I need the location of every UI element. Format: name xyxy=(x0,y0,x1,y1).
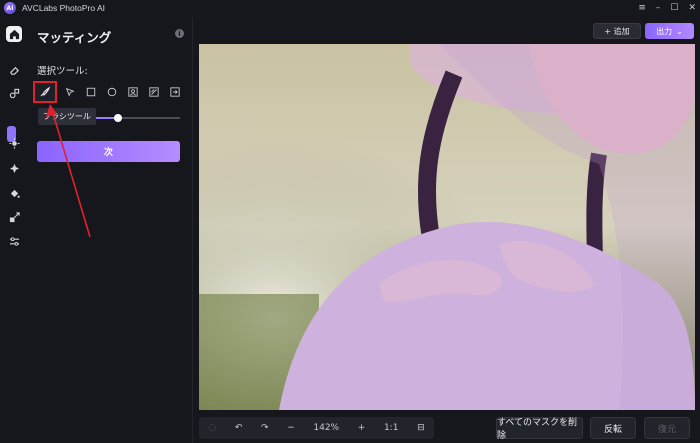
objects-icon[interactable] xyxy=(6,85,22,101)
crop-icon[interactable] xyxy=(6,209,22,225)
fit-icon[interactable]: ◌ xyxy=(208,423,216,433)
app-title: AVCLabs PhotoPro AI xyxy=(22,3,106,13)
image-canvas[interactable] xyxy=(199,44,695,410)
photo-preview xyxy=(199,44,695,410)
palette-icon[interactable] xyxy=(6,160,22,176)
annotation-arrow xyxy=(46,104,91,238)
export-button[interactable]: 出力 ⌄ xyxy=(645,23,694,39)
app-logo: AI xyxy=(4,2,16,14)
canvas-topbar: + 追加 出力 ⌄ xyxy=(199,18,700,44)
add-button[interactable]: + 追加 xyxy=(593,23,641,39)
zoom-in-icon[interactable]: + xyxy=(358,423,366,433)
minimize-icon[interactable]: – xyxy=(656,3,661,13)
chevron-down-icon: ⌄ xyxy=(676,26,683,36)
menu-icon[interactable]: ≡ xyxy=(638,3,646,13)
actual-size-button[interactable]: 1:1 xyxy=(384,423,398,433)
redo-icon[interactable]: ↷ xyxy=(261,423,269,433)
zoom-level: 142% xyxy=(313,423,340,433)
matting-panel: マッティング i 選択ツール: ズ ブラシツール 次 xyxy=(28,18,192,443)
adjust-icon[interactable] xyxy=(6,233,22,249)
canvas-bottombar: ◌ ↶ ↷ − 142% + 1:1 ⊟ すべてのマスクを削除 反転 復元 xyxy=(199,412,700,443)
eraser-icon[interactable] xyxy=(6,62,22,78)
clear-masks-button[interactable]: すべてのマスクを削除 xyxy=(496,417,583,441)
panel-divider xyxy=(192,18,193,443)
zoom-controls: ◌ ↶ ↷ − 142% + 1:1 ⊟ xyxy=(199,417,434,439)
compare-icon[interactable]: ⊟ xyxy=(417,423,425,433)
tool-rail xyxy=(0,18,28,443)
invert-button[interactable]: 反転 xyxy=(590,417,636,439)
title-bar: AI AVCLabs PhotoPro AI ≡ – ☐ ✕ xyxy=(0,0,700,16)
zoom-out-icon[interactable]: − xyxy=(287,423,295,433)
window-controls: ≡ – ☐ ✕ xyxy=(638,0,696,16)
fill-icon[interactable] xyxy=(6,185,22,201)
maximize-icon[interactable]: ☐ xyxy=(670,3,678,13)
enhance-icon[interactable] xyxy=(6,135,22,151)
undo-icon[interactable]: ↶ xyxy=(235,423,243,433)
close-icon[interactable]: ✕ xyxy=(688,3,696,13)
export-label: 出力 xyxy=(656,26,673,36)
home-icon[interactable] xyxy=(6,26,22,42)
restore-button[interactable]: 復元 xyxy=(644,417,690,439)
